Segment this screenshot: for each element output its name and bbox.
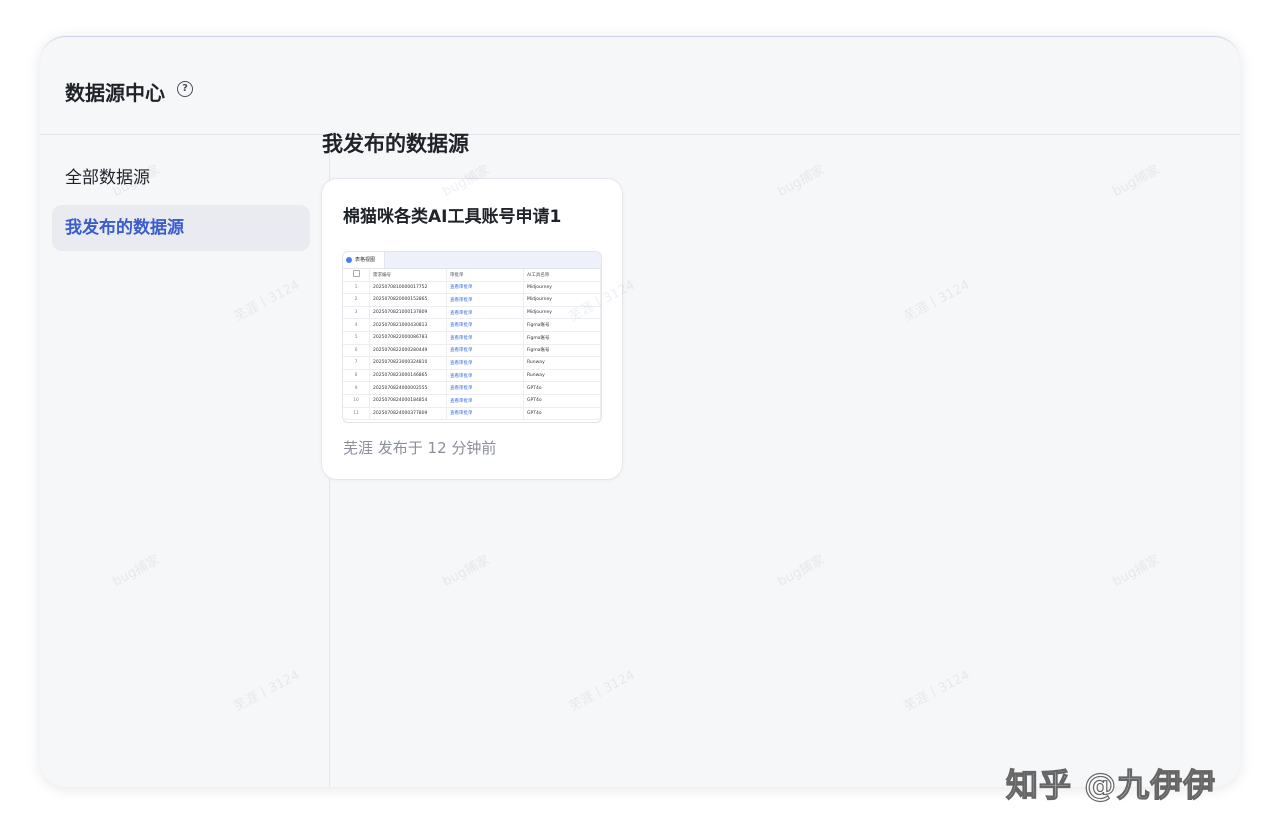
table-cell: 2025070824000184854 (369, 394, 447, 408)
table-cell: 10 (343, 394, 370, 408)
table-cell: Figma账号 (523, 331, 601, 345)
table-cell: 5 (343, 331, 370, 345)
sidebar-item-all-sources[interactable]: 全部数据源 (52, 155, 310, 201)
page-header: 数据源中心 ? (40, 37, 1240, 135)
table-row: 8 2025070823000146865 查看审批单 Runway (343, 369, 601, 383)
preview-tab: 表格视图 (343, 252, 385, 268)
table-row: 11 2025070824000377809 查看审批单 GPT4o (343, 407, 601, 421)
column-header: 审批单 (446, 269, 524, 282)
table-cell: 查看审批单 (446, 344, 524, 358)
table-view-icon (346, 257, 352, 263)
table-cell: 查看审批单 (446, 381, 524, 395)
table-cell: 查看审批单 (446, 356, 524, 370)
table-cell: 2 (343, 293, 370, 307)
select-all-checkbox (343, 269, 370, 282)
table-row: 10 2025070824000184854 查看审批单 GPT4o (343, 394, 601, 408)
table-cell: 查看审批单 (446, 407, 524, 421)
table-cell: 8 (343, 369, 370, 383)
card-title: 棉猫咪各类AI工具账号申请1 (343, 207, 562, 227)
column-header: 需求编号 (369, 269, 447, 282)
datasource-card[interactable]: 棉猫咪各类AI工具账号申请1 表格视图 需求编号 审批单 AI工具名称 1 202… (321, 178, 623, 480)
table-cell: 2025070822000086783 (369, 331, 447, 345)
table-cell: 1 (343, 281, 370, 295)
sidebar-item-my-published[interactable]: 我发布的数据源 (52, 205, 310, 251)
table-cell: 查看审批单 (446, 293, 524, 307)
table-row: 1 2025070810000017752 查看审批单 Midjourney (343, 281, 601, 295)
table-cell: 2025070810000017752 (369, 281, 447, 295)
table-cell: GPT4o (523, 381, 601, 395)
table-cell: GPT4o (523, 407, 601, 421)
table-cell: 6 (343, 344, 370, 358)
table-cell: 9 (343, 381, 370, 395)
column-header: AI工具名称 (523, 269, 601, 282)
brand-watermark: 知乎 @九伊伊 (1005, 765, 1217, 804)
table-row: 4 2025070821000430813 查看审批单 Figma账号 (343, 318, 601, 332)
table-cell: GPT4o (523, 394, 601, 408)
table-row: 9 2025070824000002555 查看审批单 GPT4o (343, 381, 601, 395)
table-cell: 2025070823000324810 (369, 356, 447, 370)
table-cell: 11 (343, 407, 370, 421)
table-cell: 查看审批单 (446, 331, 524, 345)
table-cell: Figma账号 (523, 344, 601, 358)
preview-tab-label: 表格视图 (355, 257, 376, 263)
table-cell: 查看审批单 (446, 318, 524, 332)
table-cell: 查看审批单 (446, 394, 524, 408)
table-cell: 查看审批单 (446, 369, 524, 383)
table-row: 5 2025070822000086783 查看审批单 Figma账号 (343, 331, 601, 345)
table-cell: 2025070824000377809 (369, 407, 447, 421)
table-cell: 4 (343, 318, 370, 332)
table-row: 6 2025070822000280449 查看审批单 Figma账号 (343, 344, 601, 358)
table-row: 3 2025070821000137809 查看审批单 Midjourney (343, 306, 601, 320)
table-row: 2 2025070820000152865 查看审批单 Midjourney (343, 293, 601, 307)
app-window: 数据源中心 ? 全部数据源 我发布的数据源 (40, 36, 1240, 787)
table-cell: 7 (343, 356, 370, 370)
table-preview: 表格视图 需求编号 审批单 AI工具名称 1 202507081000001775… (342, 251, 602, 423)
table-cell: 2025070821000430813 (369, 318, 447, 332)
table-cell: 3 (343, 306, 370, 320)
section-title: 我发布的数据源 (322, 132, 469, 156)
table-header-row: 需求编号 审批单 AI工具名称 (343, 269, 601, 282)
preview-table: 需求编号 审批单 AI工具名称 1 2025070810000017752 查看审批… (343, 269, 601, 421)
table-cell: 查看审批单 (446, 306, 524, 320)
card-meta: 芜涯 发布于 12 分钟前 (343, 439, 497, 457)
help-icon[interactable]: ? (177, 81, 193, 97)
table-cell: 查看审批单 (446, 281, 524, 295)
table-cell: 2025070820000152865 (369, 293, 447, 307)
preview-tabbar: 表格视图 (343, 252, 601, 269)
table-row: 7 2025070823000324810 查看审批单 Runway (343, 356, 601, 370)
table-cell: 2025070824000002555 (369, 381, 447, 395)
page-title: 数据源中心 (65, 81, 165, 105)
table-cell: 2025070822000280449 (369, 344, 447, 358)
table-cell: 2025070823000146865 (369, 369, 447, 383)
table-cell: Midjourney (523, 281, 601, 295)
table-cell: 2025070821000137809 (369, 306, 447, 320)
table-cell: Runway (523, 356, 601, 370)
table-cell: Figma账号 (523, 318, 601, 332)
table-cell: Runway (523, 369, 601, 383)
